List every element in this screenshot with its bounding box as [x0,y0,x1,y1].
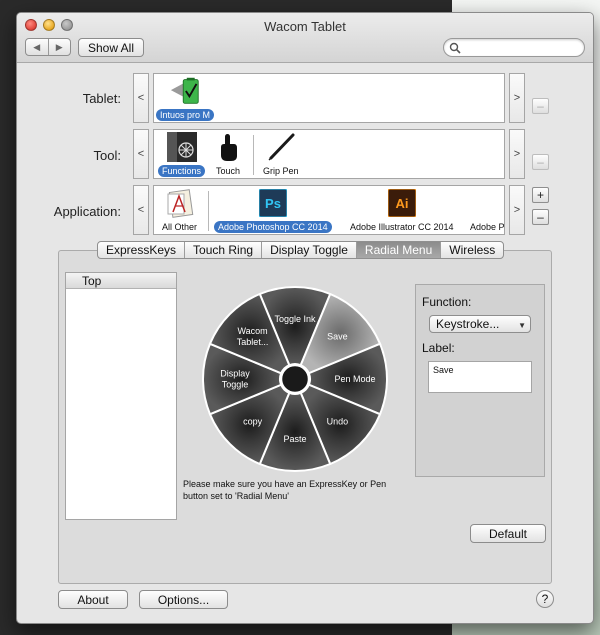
chevron-down-icon: ▼ [518,321,526,330]
options-button[interactable]: Options... [139,590,228,609]
app-item-photoshop[interactable]: Ps Adobe Photoshop CC 2014 [214,188,332,233]
tab-display-toggle[interactable]: Display Toggle [262,242,357,258]
magnifier-icon [449,42,461,54]
app-item-label: Adobe P [470,222,505,232]
radial-menu-note-line: button set to 'Radial Menu' [183,491,290,501]
radial-menu-wheel: Toggle Ink Save Pen Mode Undo Paste copy Displ… [202,286,388,472]
show-all-button[interactable]: Show All [78,38,144,57]
menu-level-list[interactable]: Top [65,272,177,520]
functions-icon [166,132,197,162]
app-item-all-other[interactable]: All Other [158,188,201,233]
tab-expresskeys[interactable]: ExpressKeys [98,242,186,258]
tool-scroll-right[interactable]: > [509,129,525,179]
tool-item-label: Touch [216,166,241,176]
application-strip: All Other Ps Adobe Photoshop CC 2014 Ai … [153,185,505,235]
tablet-scroll-right[interactable]: > [509,73,525,123]
title-bar: Wacom Tablet ◀ ▶ Show All [17,13,593,63]
grip-pen-icon [266,132,296,162]
tool-divider [253,135,254,175]
tablet-battery-icon [170,76,200,106]
tablet-item-intuos[interactable]: Intuos pro M [156,76,215,121]
illustrator-icon: Ai [387,188,417,218]
tool-item-label: Functions [158,165,206,177]
label-field[interactable]: Save [428,361,532,393]
tool-item-functions[interactable]: Functions [158,132,206,177]
radial-center-button[interactable] [279,363,311,395]
window-title: Wacom Tablet [264,19,346,34]
touch-hand-icon [213,132,243,162]
back-arrow-icon[interactable]: ◀ [26,39,49,55]
svg-text:Ps: Ps [265,196,281,211]
photoshop-icon: Ps [258,188,288,218]
tool-item-touch[interactable]: Touch [212,132,244,177]
tab-touch-ring[interactable]: Touch Ring [185,242,263,258]
search-input[interactable] [464,40,580,55]
radial-segment-label: Display Toggle [220,369,250,390]
app-item-label: Adobe Photoshop CC 2014 [214,221,332,233]
radial-segment-label: copy [243,416,263,426]
radial-segment-label: Toggle Ink [274,314,316,324]
tab-wireless[interactable]: Wireless [441,242,503,258]
remove-tablet-button[interactable]: – [532,98,549,114]
help-button[interactable]: ? [536,590,554,608]
tool-scroll-left[interactable]: < [133,129,149,179]
function-select[interactable]: Keystroke... ▼ [429,315,531,333]
function-select-value: Keystroke... [436,317,500,331]
radial-segment-label: Wacom Tablet... [237,326,269,347]
settings-tabs: ExpressKeys Touch Ring Display Toggle Ra… [97,241,505,259]
tool-row-label: Tool: [93,148,121,163]
app-item-label: All Other [162,222,198,232]
tablet-item-label: Intuos pro M [156,109,215,121]
label-label: Label: [422,341,455,355]
radial-menu-note-line: Please make sure you have an ExpressKey … [183,479,387,489]
partial-app-icon [472,188,502,218]
application-row-label: Application: [53,204,121,219]
forward-arrow-icon[interactable]: ▶ [49,39,71,55]
radial-segment-label: Undo [327,416,349,426]
all-other-apps-icon [165,188,195,218]
app-item-illustrator[interactable]: Ai Adobe Illustrator CC 2014 [346,188,458,233]
search-field[interactable] [443,38,585,57]
radial-segment-label: Paste [283,434,306,444]
tool-item-grip-pen[interactable]: Grip Pen [259,132,303,177]
add-application-button[interactable]: + [532,187,549,203]
tab-radial-menu[interactable]: Radial Menu [356,242,442,258]
function-panel: Function: Keystroke... ▼ Label: Save [415,284,545,477]
svg-text:Ai: Ai [395,196,408,211]
back-forward-control: ◀ ▶ [25,38,71,56]
application-divider [208,191,209,231]
list-item[interactable]: Top [66,273,176,289]
preferences-window: Wacom Tablet ◀ ▶ Show All Tablet: < Intu… [16,12,594,624]
application-scroll-left[interactable]: < [133,185,149,235]
function-label: Function: [422,295,472,309]
application-scroll-right[interactable]: > [509,185,525,235]
tool-item-label: Grip Pen [263,166,299,176]
app-item-partial[interactable]: Adobe P [466,188,505,233]
default-button[interactable]: Default [470,524,546,543]
remove-tool-button[interactable]: – [532,154,549,170]
radial-menu-note: Please make sure you have an ExpressKey … [183,478,433,502]
tablet-strip: Intuos pro M [153,73,505,123]
tablet-scroll-left[interactable]: < [133,73,149,123]
tablet-row-label: Tablet: [82,91,121,106]
radial-segment-label: Save [327,332,348,342]
radial-segment-label: Pen Mode [334,374,375,384]
tool-strip: Functions Touch Grip Pen [153,129,505,179]
remove-application-button[interactable]: – [532,209,549,225]
app-item-label: Adobe Illustrator CC 2014 [350,222,454,232]
about-button[interactable]: About [58,590,128,609]
